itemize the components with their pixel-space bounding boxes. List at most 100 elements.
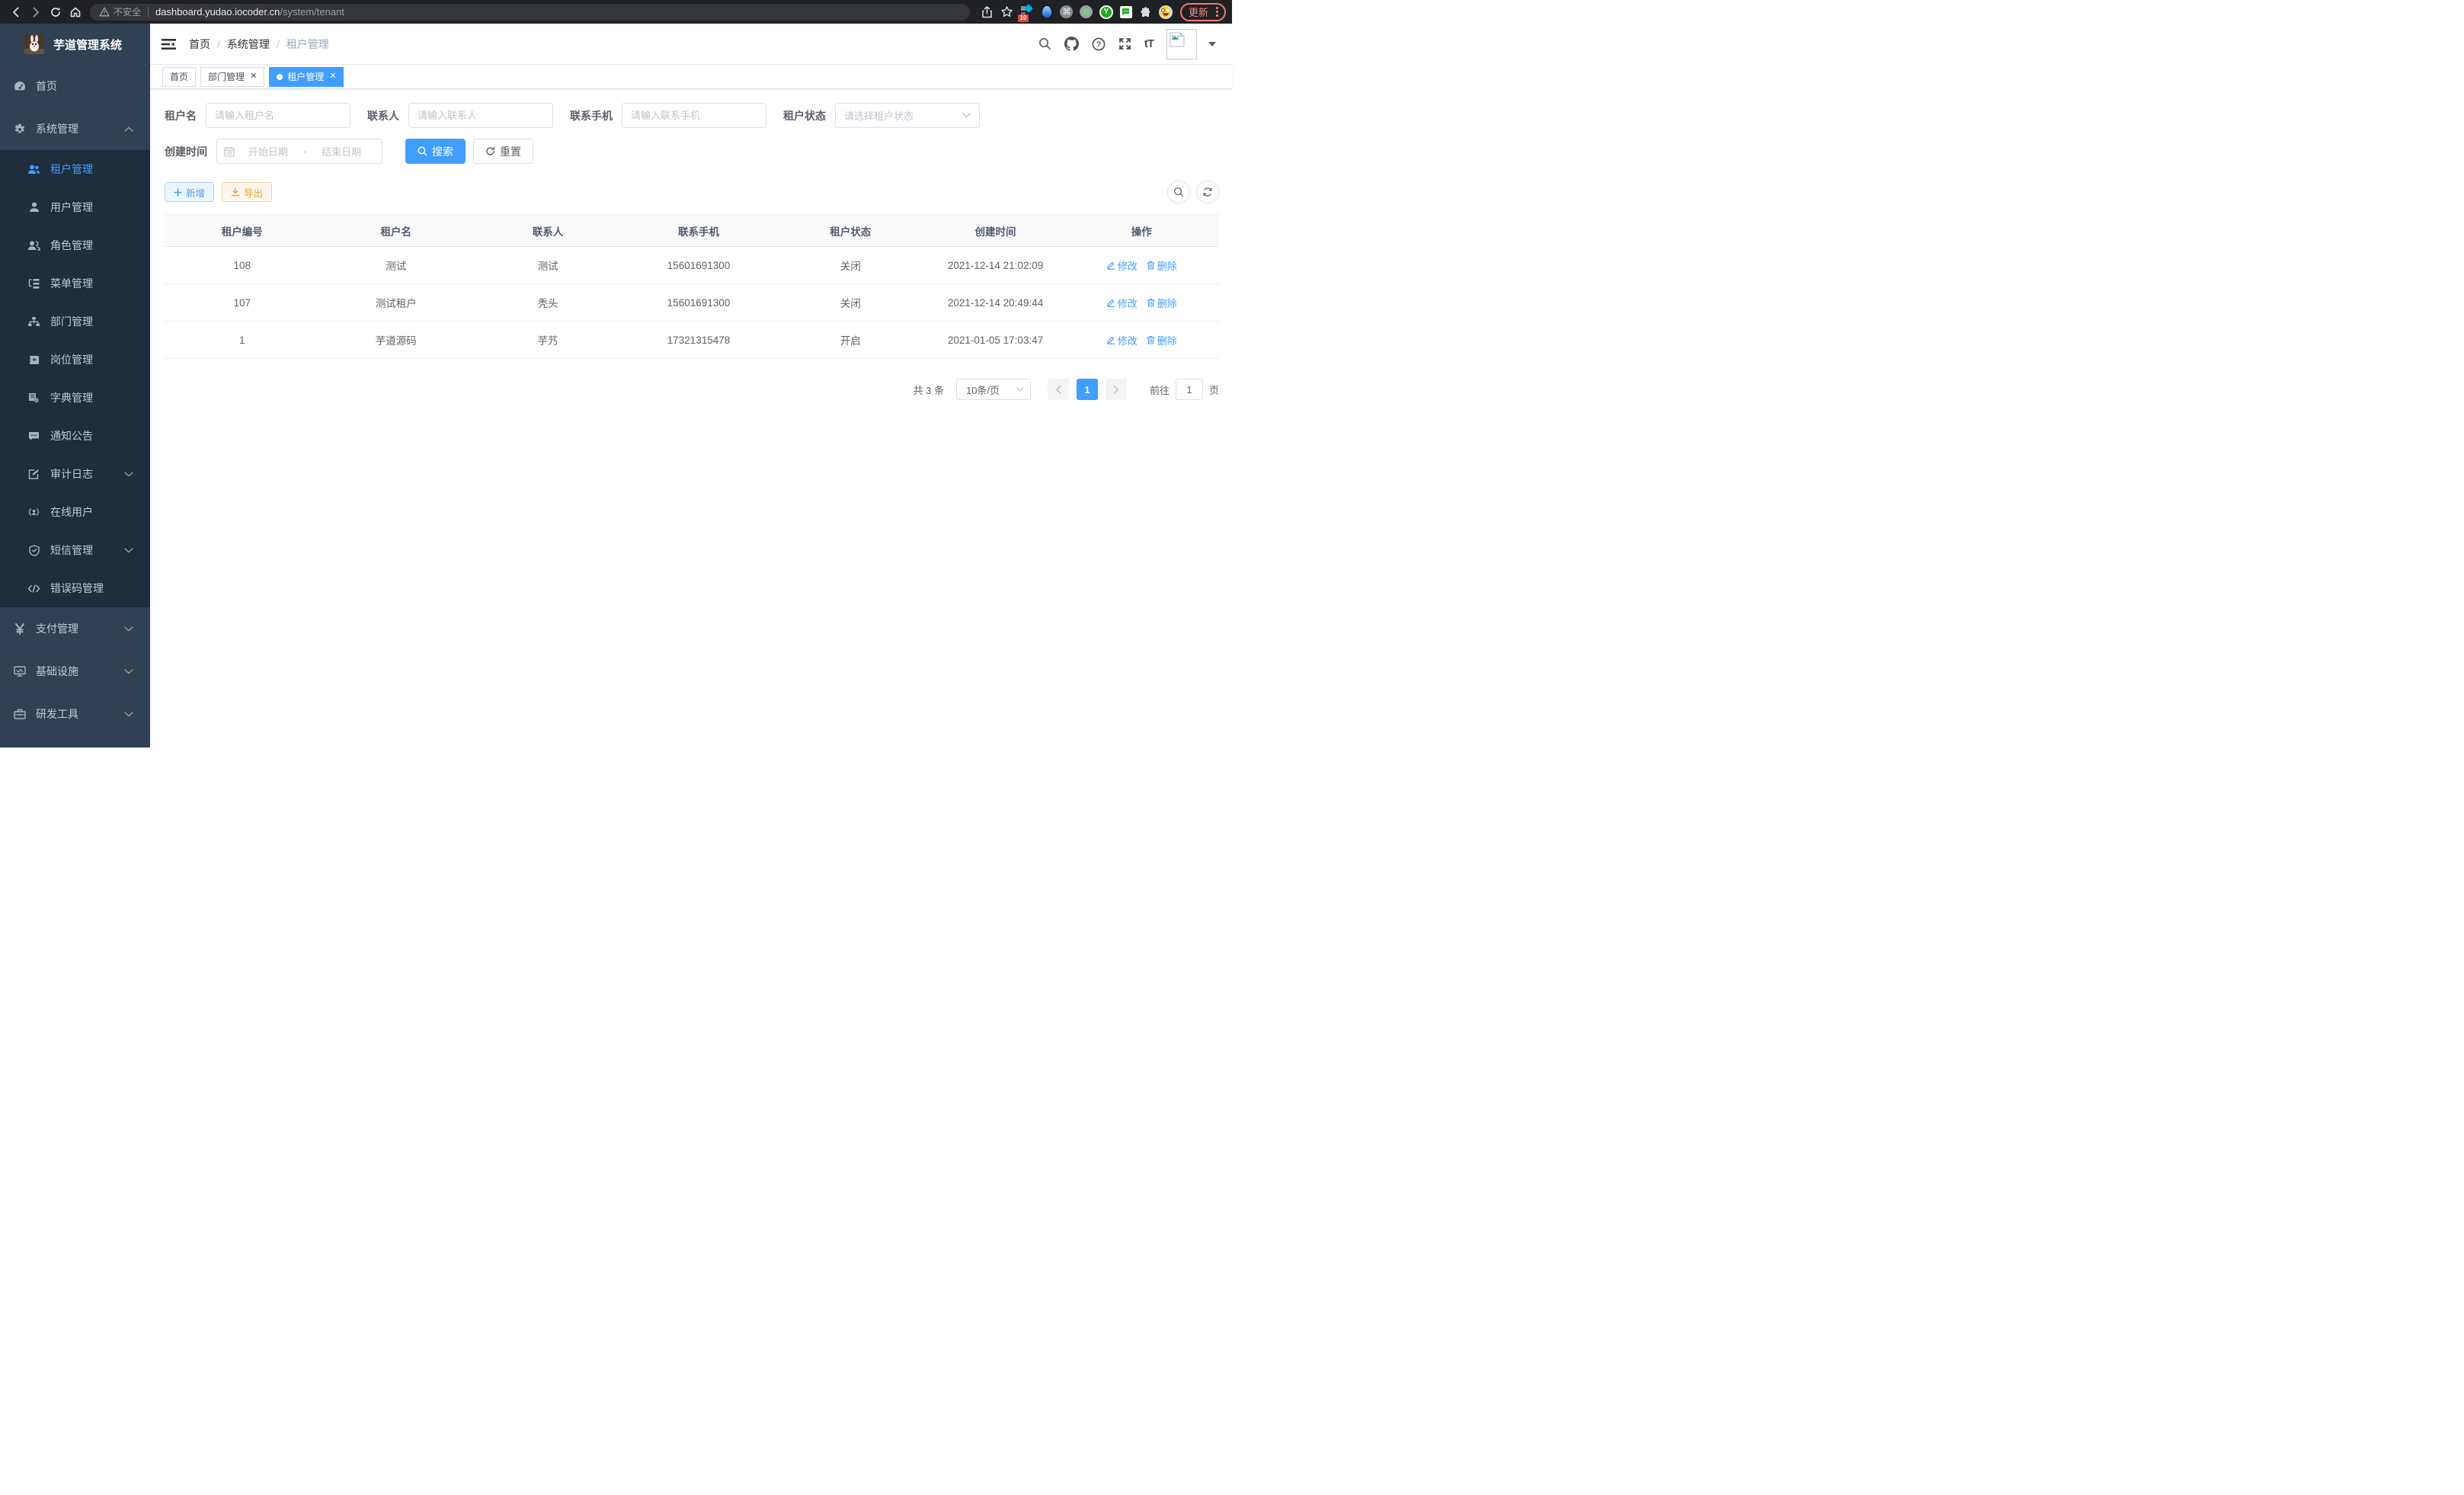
search-button[interactable]: 搜索: [405, 139, 466, 164]
browser-back-icon[interactable]: [6, 2, 26, 22]
sidebar-item-1[interactable]: 系统管理: [0, 107, 150, 150]
table-header-row: 租户编号租户名联系人联系手机租户状态创建时间操作: [165, 215, 1219, 247]
code-icon: [27, 584, 40, 593]
contact-label: 联系人: [367, 108, 408, 123]
cell-status: 关闭: [774, 284, 927, 322]
help-icon[interactable]: ?: [1092, 37, 1106, 51]
refresh-icon: [1202, 187, 1213, 197]
next-page-button[interactable]: [1106, 379, 1127, 400]
phone-input[interactable]: [622, 103, 766, 128]
extension-y-logo-icon[interactable]: Y: [1098, 3, 1115, 21]
column-header: 联系人: [472, 215, 623, 247]
cell-phone: 15601691300: [623, 247, 774, 284]
monitor-icon: [13, 666, 26, 677]
chevron-right-icon: [1113, 386, 1119, 394]
close-tab-icon[interactable]: ✕: [329, 72, 336, 81]
sidebar-item-3[interactable]: 用户管理: [0, 188, 150, 226]
sidebar-item-label: 用户管理: [50, 200, 93, 215]
sidebar-item-16[interactable]: 研发工具: [0, 693, 150, 735]
breadcrumb-home[interactable]: 首页: [189, 37, 210, 52]
extension-tampermonkey-icon[interactable]: 10: [1019, 3, 1035, 21]
header-search-icon[interactable]: [1038, 37, 1051, 50]
sidebar-item-label: 审计日志: [50, 466, 93, 482]
avatar-dropdown-caret-icon[interactable]: [1208, 42, 1216, 46]
sidebar-item-9[interactable]: 通知公告: [0, 417, 150, 455]
cell-name: 芋道源码: [319, 322, 472, 359]
browser-home-icon[interactable]: [66, 2, 85, 22]
browser-chrome: 不安全 dashboard.yudao.iocoder.cn/system/te…: [0, 0, 1232, 24]
table-toolbar: 新增 导出: [165, 181, 1219, 203]
page-size-select[interactable]: 10条/页: [956, 379, 1031, 400]
cell-actions: 修改删除: [1064, 284, 1220, 322]
extension-recorder-icon[interactable]: [1078, 3, 1095, 21]
profile-avatar-icon[interactable]: [1157, 3, 1174, 21]
tab-2[interactable]: 租户管理✕: [269, 67, 344, 87]
bookmark-star-icon[interactable]: [997, 2, 1017, 22]
not-secure-label[interactable]: 不安全: [114, 5, 141, 18]
extension-command-icon[interactable]: ⌘: [1058, 3, 1075, 21]
sidebar-item-13[interactable]: 错误码管理: [0, 569, 150, 607]
tenant-name-input[interactable]: [206, 103, 350, 128]
extensions-puzzle-icon[interactable]: [1138, 3, 1154, 21]
user-avatar[interactable]: [1166, 29, 1197, 59]
extension-balloon-icon[interactable]: [1038, 3, 1055, 21]
browser-forward-icon[interactable]: [26, 2, 46, 22]
sidebar-item-4[interactable]: 角色管理: [0, 226, 150, 264]
reset-button[interactable]: 重置: [473, 139, 533, 164]
sidebar-item-15[interactable]: 基础设施: [0, 650, 150, 693]
tab-0[interactable]: 首页: [162, 67, 196, 87]
page-number-button[interactable]: 1: [1077, 379, 1098, 400]
goto-page-input[interactable]: [1176, 379, 1203, 400]
address-bar[interactable]: 不安全 dashboard.yudao.iocoder.cn/system/te…: [90, 4, 970, 21]
sidebar: 芋道管理系统 首页系统管理租户管理用户管理角色管理菜单管理部门管理岗位管理字典管…: [0, 24, 150, 748]
breadcrumb-current: 租户管理: [286, 37, 329, 52]
add-button[interactable]: 新增: [165, 182, 214, 202]
update-label: 更新: [1189, 5, 1208, 19]
font-size-icon[interactable]: tT: [1144, 37, 1154, 50]
sidebar-item-10[interactable]: 审计日志: [0, 455, 150, 493]
export-button[interactable]: 导出: [222, 182, 272, 202]
sidebar-item-2[interactable]: 租户管理: [0, 150, 150, 188]
not-secure-warning-icon: [99, 7, 110, 17]
users-icon: [27, 165, 40, 174]
url-text[interactable]: dashboard.yudao.iocoder.cn/system/tenant: [155, 6, 344, 18]
browser-reload-icon[interactable]: [46, 2, 66, 22]
sidebar-item-14[interactable]: 支付管理: [0, 607, 150, 650]
sidebar-item-5[interactable]: 菜单管理: [0, 264, 150, 303]
sidebar-item-label: 首页: [36, 78, 57, 94]
toggle-search-button[interactable]: [1167, 181, 1190, 203]
close-tab-icon[interactable]: ✕: [250, 72, 257, 81]
column-header: 租户编号: [165, 215, 319, 247]
active-tab-dot: [277, 74, 283, 80]
github-icon[interactable]: [1064, 37, 1079, 51]
refresh-table-button[interactable]: [1196, 181, 1219, 203]
delete-link[interactable]: 删除: [1147, 258, 1177, 273]
browser-update-button[interactable]: 更新: [1180, 3, 1226, 21]
sidebar-item-label: 字典管理: [50, 390, 93, 405]
contact-input[interactable]: [408, 103, 553, 128]
tab-1[interactable]: 部门管理✕: [200, 67, 264, 87]
date-range-picker[interactable]: 开始日期 - 结束日期: [216, 139, 382, 164]
sidebar-item-11[interactable]: 在线用户: [0, 493, 150, 531]
sidebar-item-8[interactable]: 字典管理: [0, 379, 150, 417]
sidebar-item-0[interactable]: 首页: [0, 65, 150, 107]
breadcrumb-section[interactable]: 系统管理: [227, 37, 270, 52]
prev-page-button[interactable]: [1048, 379, 1069, 400]
delete-link[interactable]: 删除: [1147, 333, 1177, 347]
browser-menu-icon[interactable]: [1214, 7, 1221, 17]
extension-chat-icon[interactable]: [1118, 3, 1134, 21]
status-select[interactable]: 请选择租户状态: [835, 103, 980, 128]
app-logo-row[interactable]: 芋道管理系统: [0, 24, 150, 65]
share-icon[interactable]: [978, 2, 997, 22]
sidebar-item-12[interactable]: 短信管理: [0, 531, 150, 569]
sidebar-item-6[interactable]: 部门管理: [0, 303, 150, 341]
collapse-sidebar-icon[interactable]: [162, 38, 176, 50]
edit-link[interactable]: 修改: [1106, 333, 1138, 347]
edit-link[interactable]: 修改: [1106, 258, 1138, 273]
sidebar-item-7[interactable]: 岗位管理: [0, 341, 150, 379]
fullscreen-icon[interactable]: [1118, 37, 1131, 50]
delete-icon: [1147, 335, 1155, 344]
edit-link[interactable]: 修改: [1106, 296, 1138, 310]
delete-link[interactable]: 删除: [1147, 296, 1177, 310]
chevron-down-icon: [124, 626, 133, 632]
